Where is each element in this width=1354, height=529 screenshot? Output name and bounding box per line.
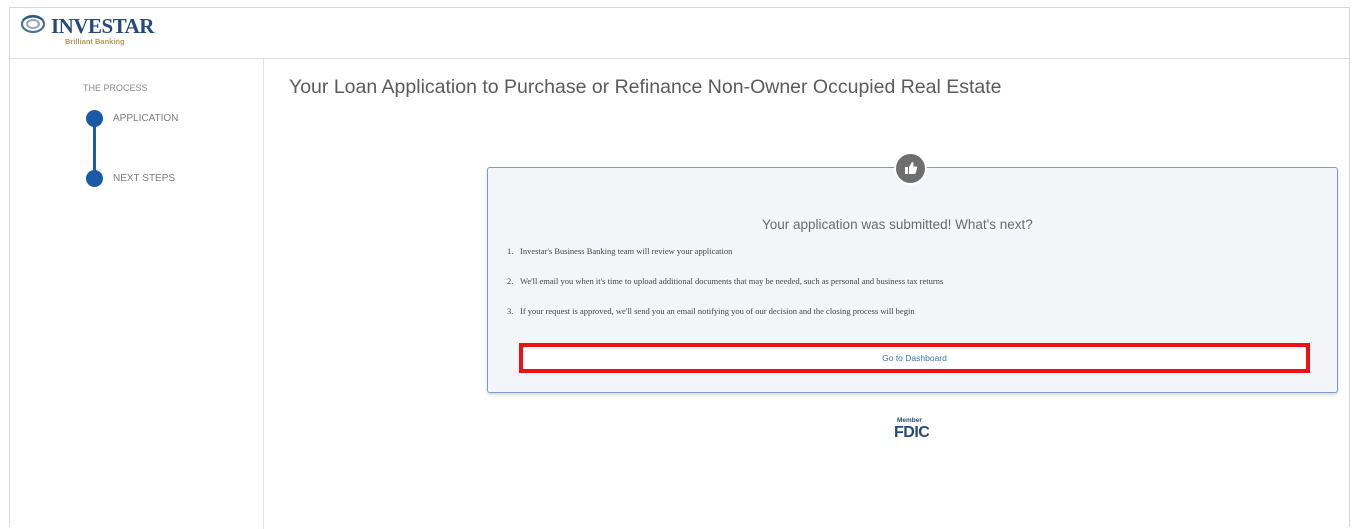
next-steps-list: 1. Investar's Business Banking team will … [507,245,943,335]
list-item: 1. Investar's Business Banking team will … [507,245,943,275]
fdic-member-logo: Member FDIC [894,417,934,447]
list-item-number: 3. [507,306,514,316]
page-title: Your Loan Application to Purchase or Ref… [289,76,1002,98]
app-frame: INVESTAR Brilliant Banking THE PROCESS A… [9,7,1350,529]
header: INVESTAR Brilliant Banking [10,8,1349,59]
thumbs-up-icon [894,152,927,185]
step-label-next-steps: NEXT STEPS [113,173,176,184]
list-item-text: Investar's Business Banking team will re… [520,246,733,256]
fdic-member-label: Member [897,417,922,424]
go-to-dashboard-button[interactable]: Go to Dashboard [519,343,1310,373]
process-heading: THE PROCESS [83,83,148,93]
process-sidebar: THE PROCESS APPLICATION NEXT STEPS [10,59,264,529]
step-dot-next-steps [86,170,103,187]
investar-logo[interactable]: INVESTAR Brilliant Banking [20,12,160,52]
list-item: 2. We'll email you when it's time to uplo… [507,275,943,305]
list-item-text: We'll email you when it's time to upload… [520,276,944,286]
list-item-number: 2. [507,276,514,286]
list-item: 3. If your request is approved, we'll sen… [507,305,943,335]
step-dot-application [86,110,103,127]
submission-confirmation-card: Your application was submitted! What's n… [487,152,1338,393]
logo-swirl-icon [20,14,46,34]
fdic-label: FDIC [894,424,930,441]
card-heading: Your application was submitted! What's n… [762,217,1033,232]
logo-tagline: Brilliant Banking [65,37,125,46]
step-label-application: APPLICATION [113,113,179,124]
list-item-number: 1. [507,246,514,256]
list-item-text: If your request is approved, we'll send … [520,306,915,316]
logo-wordmark: INVESTAR [51,14,154,38]
